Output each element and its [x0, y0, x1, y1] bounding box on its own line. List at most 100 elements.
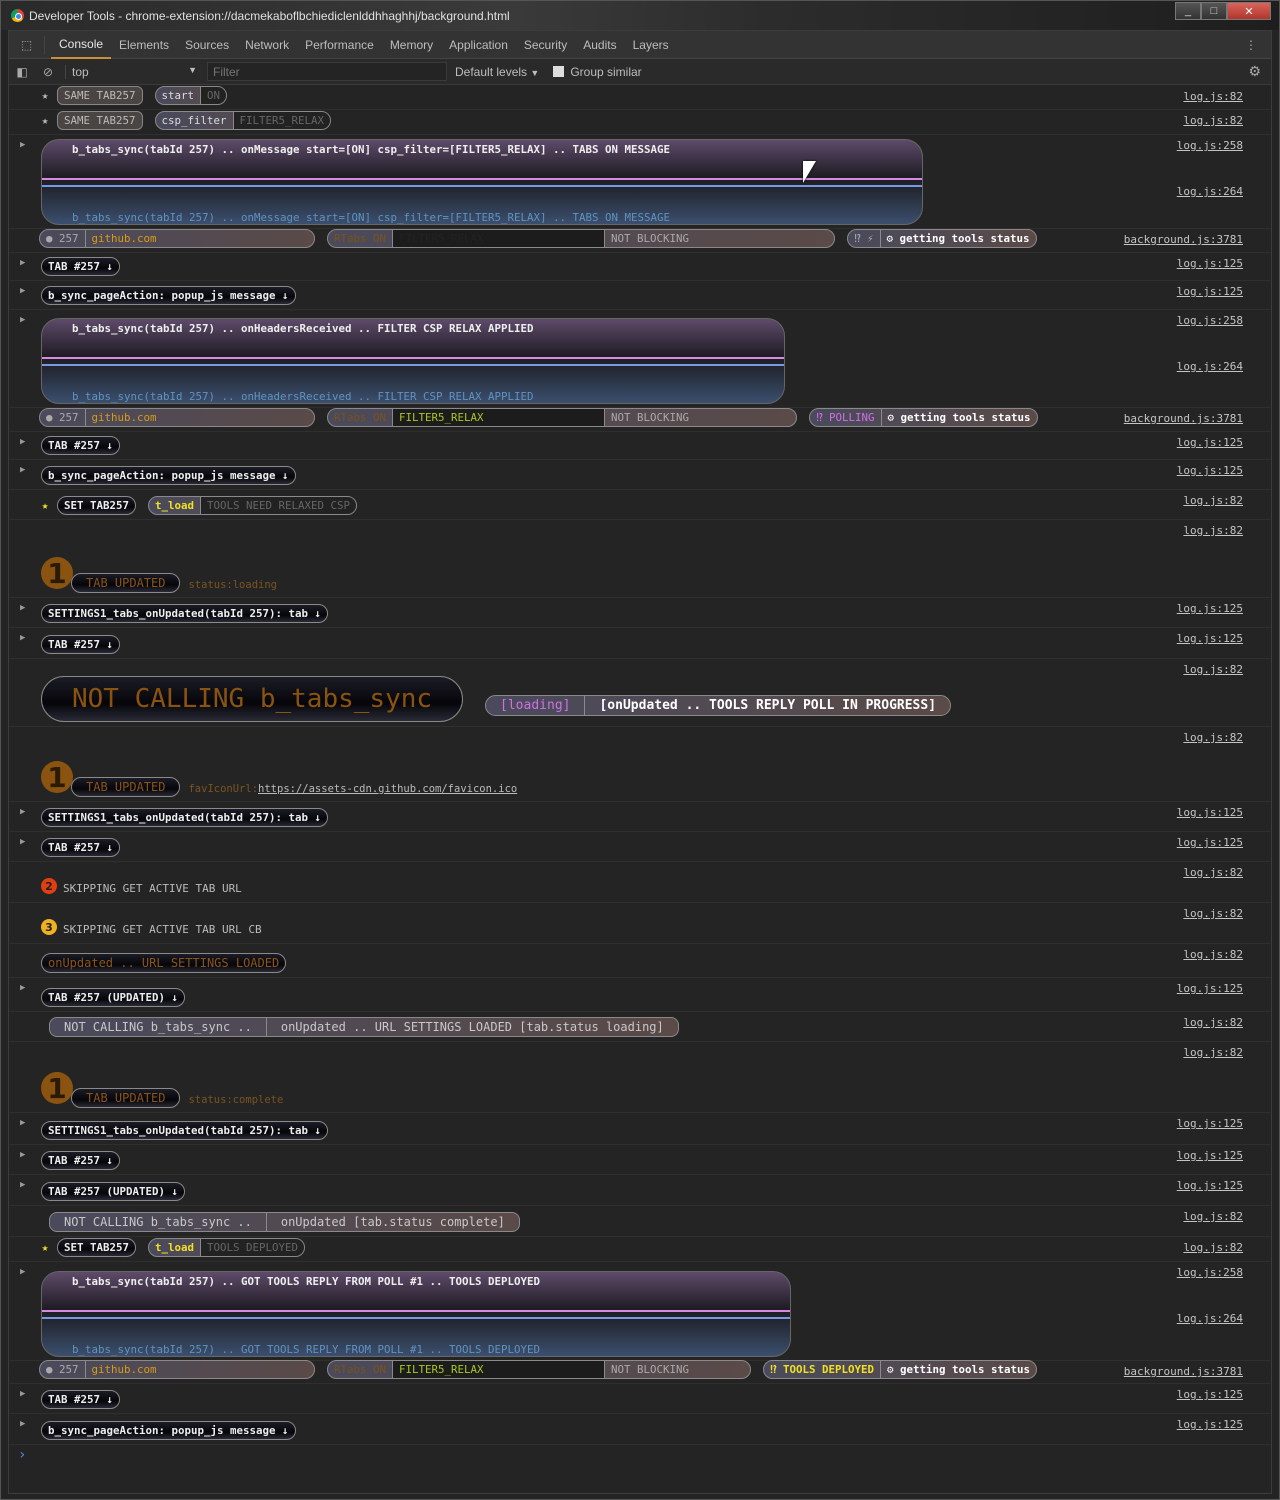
- source-link[interactable]: log.js:125: [1177, 836, 1243, 849]
- source-link[interactable]: background.js:3781: [1124, 412, 1243, 425]
- log-entry: log.js:82 NOT CALLING b_tabs_sync .. onUpd…: [9, 1206, 1271, 1237]
- source-link[interactable]: log.js:125: [1177, 1418, 1243, 1431]
- log-segment: TOOLS DEPLOYED: [200, 1239, 305, 1256]
- log-badge: SET TAB257: [57, 496, 137, 515]
- tab-console[interactable]: Console: [51, 31, 112, 59]
- source-link[interactable]: log.js:125: [1177, 1117, 1243, 1130]
- log-segment: [loading]: [500, 698, 571, 713]
- clear-console-icon[interactable]: ⊘: [35, 65, 61, 79]
- expand-arrow-icon[interactable]: ▶: [20, 633, 25, 643]
- chrome-logo-icon: [11, 9, 24, 22]
- source-link[interactable]: log.js:125: [1177, 1149, 1243, 1162]
- tab-layers[interactable]: Layers: [625, 31, 677, 59]
- source-link[interactable]: log.js:82: [1183, 1016, 1243, 1029]
- source-link[interactable]: log.js:82: [1183, 1210, 1243, 1223]
- star-icon: ★: [41, 1241, 49, 1254]
- filter-input[interactable]: [207, 62, 447, 81]
- expand-arrow-icon[interactable]: ▶: [20, 258, 25, 268]
- expand-arrow-icon[interactable]: ▶: [20, 1150, 25, 1160]
- log-entry: log.js:82 ★ SET TAB257 t_load TOOLS DEPLOYED: [9, 1237, 1271, 1262]
- source-link[interactable]: log.js:82: [1183, 494, 1243, 507]
- close-button[interactable]: ✕: [1227, 2, 1271, 20]
- source-link[interactable]: log.js:125: [1177, 257, 1243, 270]
- log-segment: NOT CALLING b_tabs_sync ..: [64, 1215, 252, 1229]
- tab-network[interactable]: Network: [237, 31, 297, 59]
- expand-arrow-icon[interactable]: ▶: [20, 1180, 25, 1190]
- source-link[interactable]: log.js:125: [1177, 436, 1243, 449]
- group-similar-checkbox[interactable]: [553, 66, 565, 77]
- expand-arrow-icon[interactable]: ▶: [20, 603, 25, 613]
- tab-performance[interactable]: Performance: [297, 31, 382, 59]
- tab-sources[interactable]: Sources: [177, 31, 237, 59]
- source-link[interactable]: log.js:82: [1183, 114, 1243, 127]
- log-segment-group: NOT CALLING b_tabs_sync .. onUpdated .. U…: [49, 1017, 679, 1037]
- source-link[interactable]: log.js:82: [1183, 524, 1243, 537]
- source-link[interactable]: log.js:258: [1177, 1266, 1243, 1279]
- favicon-url-link[interactable]: https://assets-cdn.github.com/favicon.ic…: [258, 783, 517, 795]
- tab-memory[interactable]: Memory: [382, 31, 441, 59]
- console-toolbar: ◧ ⊘ top▼ Default levels ▼ Group similar …: [9, 59, 1271, 85]
- more-options-icon[interactable]: ⋮: [1245, 38, 1257, 52]
- log-segment: ON: [200, 87, 227, 104]
- source-link[interactable]: log.js:125: [1177, 285, 1243, 298]
- source-link[interactable]: log.js:125: [1177, 806, 1243, 819]
- expand-arrow-icon[interactable]: ▶: [20, 1389, 25, 1399]
- source-link[interactable]: log.js:125: [1177, 1179, 1243, 1192]
- source-link[interactable]: log.js:264: [1177, 185, 1243, 198]
- expand-arrow-icon[interactable]: ▶: [20, 1419, 25, 1429]
- expand-arrow-icon[interactable]: ▶: [20, 983, 25, 993]
- divider: [42, 1317, 790, 1319]
- tab-application[interactable]: Application: [441, 31, 516, 59]
- source-link[interactable]: log.js:258: [1177, 314, 1243, 327]
- context-selector[interactable]: top ▼: [65, 64, 203, 79]
- log-entry: log.js:125 ▶ TAB #257 ↓: [9, 432, 1271, 460]
- source-link[interactable]: log.js:125: [1177, 982, 1243, 995]
- log-entry: log.js:82 NOT CALLING b_tabs_sync [loading…: [9, 659, 1271, 727]
- inspect-element-icon[interactable]: ⬚: [9, 35, 45, 54]
- expand-arrow-icon[interactable]: ▶: [20, 1267, 25, 1277]
- expand-arrow-icon[interactable]: ▶: [20, 837, 25, 847]
- source-link[interactable]: log.js:258: [1177, 139, 1243, 152]
- log-levels-dropdown[interactable]: Default levels ▼: [455, 65, 539, 79]
- minimize-button[interactable]: _: [1175, 2, 1201, 20]
- sidebar-toggle-icon[interactable]: ◧: [9, 65, 35, 79]
- source-link[interactable]: background.js:3781: [1124, 1365, 1243, 1378]
- expand-arrow-icon[interactable]: ▶: [20, 807, 25, 817]
- source-link[interactable]: log.js:82: [1183, 907, 1243, 920]
- filter-group: RTabs ON FILTER5_RELAX NOT BLOCKING: [327, 1360, 751, 1379]
- source-link[interactable]: log.js:125: [1177, 1388, 1243, 1401]
- maximize-button[interactable]: □: [1201, 2, 1227, 20]
- step-number-icon: 1: [41, 1072, 73, 1105]
- source-link[interactable]: log.js:125: [1177, 464, 1243, 477]
- source-link[interactable]: log.js:82: [1183, 1241, 1243, 1254]
- tools-status-group: ⁉ TOOLS DEPLOYED ⚙ getting tools status: [763, 1360, 1038, 1379]
- source-link[interactable]: background.js:3781: [1124, 233, 1243, 246]
- expand-arrow-icon[interactable]: ▶: [20, 286, 25, 296]
- log-entry: log.js:125 ▶ SETTINGS1_tabs_onUpdated(tabI…: [9, 598, 1271, 628]
- source-link[interactable]: log.js:264: [1177, 360, 1243, 373]
- source-link[interactable]: log.js:82: [1183, 731, 1243, 744]
- expand-arrow-icon[interactable]: ▶: [20, 140, 25, 150]
- log-entry: log.js:125 ▶ TAB #257 ↓: [9, 832, 1271, 862]
- source-link[interactable]: log.js:264: [1177, 1312, 1243, 1325]
- settings-gear-icon[interactable]: ⚙: [1248, 63, 1261, 80]
- event-detail: favIconUrl:https://assets-cdn.github.com…: [188, 783, 517, 795]
- expand-arrow-icon[interactable]: ▶: [20, 465, 25, 475]
- tab-elements[interactable]: Elements: [111, 31, 177, 59]
- expand-arrow-icon[interactable]: ▶: [20, 1118, 25, 1128]
- source-link[interactable]: log.js:82: [1183, 90, 1243, 103]
- divider: [42, 1310, 790, 1312]
- source-link[interactable]: log.js:82: [1183, 1046, 1243, 1059]
- source-link[interactable]: log.js:125: [1177, 632, 1243, 645]
- expand-arrow-icon[interactable]: ▶: [20, 437, 25, 447]
- expand-arrow-icon[interactable]: ▶: [20, 315, 25, 325]
- log-segment: t_load: [155, 1241, 195, 1254]
- source-link[interactable]: log.js:125: [1177, 602, 1243, 615]
- source-link[interactable]: log.js:82: [1183, 663, 1243, 676]
- source-link[interactable]: log.js:82: [1183, 866, 1243, 879]
- event-detail: status:loading: [188, 579, 277, 591]
- source-link[interactable]: log.js:82: [1183, 948, 1243, 961]
- console-prompt[interactable]: ›: [18, 1447, 26, 1463]
- tab-audits[interactable]: Audits: [575, 31, 624, 59]
- tab-security[interactable]: Security: [516, 31, 575, 59]
